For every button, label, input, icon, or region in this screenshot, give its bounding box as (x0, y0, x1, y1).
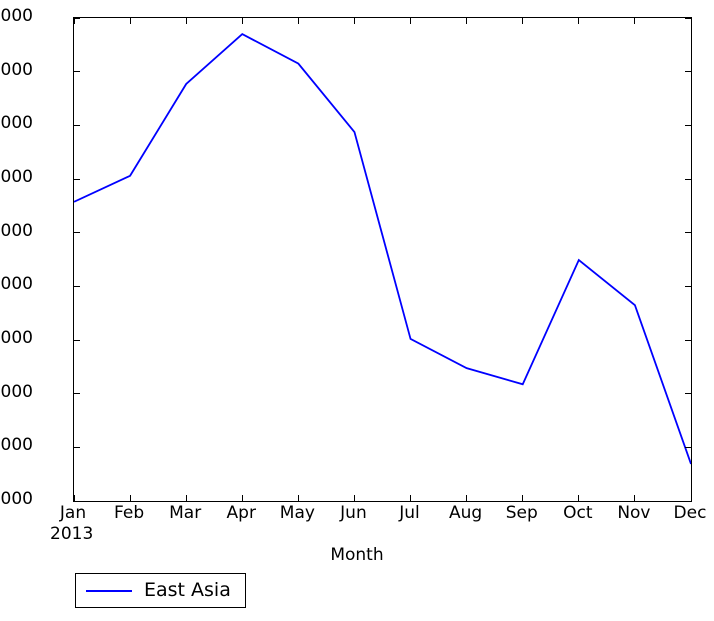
x-tick-label: May (279, 503, 315, 523)
x-tick-mark (690, 495, 692, 501)
x-tick-label: Aug (449, 503, 483, 523)
y-tick-label: 32000 (0, 489, 33, 509)
x-tick-label: Jul (399, 503, 420, 523)
x-tick-mark (185, 18, 187, 24)
y-tick-mark (74, 71, 80, 73)
x-tick-mark (578, 18, 580, 24)
x-tick-mark (353, 495, 355, 501)
x-tick-mark (578, 495, 580, 501)
x-tick-label: Jun (340, 503, 367, 523)
x-tick-mark (129, 18, 131, 24)
x-tick-mark (73, 495, 75, 501)
x-tick-label: Oct (563, 503, 593, 523)
x-tick-label: Nov (617, 503, 651, 523)
x-tick-mark (410, 495, 412, 501)
y-tick-mark (74, 500, 80, 502)
legend-line-swatch-east-asia (86, 589, 132, 592)
y-tick-mark (685, 71, 691, 73)
x-tick-mark (466, 18, 468, 24)
y-tick-label: 36000 (0, 381, 33, 402)
legend-label-east-asia: East Asia (144, 579, 231, 601)
y-tick-mark (685, 124, 691, 126)
y-tick-mark (685, 178, 691, 180)
x-tick-label: Dec (673, 503, 707, 523)
y-tick-label: 42000 (0, 220, 33, 241)
line-series-svg (74, 33, 691, 465)
y-tick-mark (74, 232, 80, 234)
y-tick-mark (74, 178, 80, 180)
x-tick-mark (634, 18, 636, 24)
y-tick-mark (74, 285, 80, 287)
y-tick-label: 40000 (0, 274, 33, 295)
x-tick-label: Apr (226, 503, 256, 523)
y-tick-mark (74, 446, 80, 448)
x-tick-mark (466, 495, 468, 501)
plot-area (73, 17, 692, 502)
x-tick-mark (522, 495, 524, 501)
x-axis-offset-label: 2013 (50, 524, 94, 544)
y-tick-label: 38000 (0, 328, 33, 348)
y-tick-mark (685, 232, 691, 234)
x-tick-mark (522, 18, 524, 24)
y-tick-label: 50000 (0, 6, 33, 26)
y-tick-mark (74, 124, 80, 126)
y-tick-mark (685, 393, 691, 395)
x-tick-mark (129, 495, 131, 501)
x-tick-mark (185, 495, 187, 501)
y-tick-mark (74, 339, 80, 341)
x-tick-mark (690, 18, 692, 24)
x-tick-mark (73, 18, 75, 24)
y-tick-label: 46000 (0, 113, 33, 134)
x-tick-label: Jan (59, 503, 87, 523)
x-tick-mark (353, 18, 355, 24)
x-tick-mark (297, 495, 299, 501)
x-tick-label: Mar (169, 503, 202, 523)
chart-legend[interactable]: East Asia (75, 573, 246, 608)
x-tick-mark (241, 18, 243, 24)
x-tick-label: Sep (505, 503, 538, 523)
x-tick-mark (241, 495, 243, 501)
x-tick-mark (634, 495, 636, 501)
y-tick-label: 44000 (0, 167, 33, 187)
x-tick-label: Feb (114, 503, 145, 523)
y-tick-mark (685, 285, 691, 287)
y-tick-label: 34000 (0, 435, 33, 456)
y-tick-mark (685, 446, 691, 448)
y-tick-mark (74, 393, 80, 395)
x-tick-mark (410, 18, 412, 24)
x-axis-title: Month (330, 545, 384, 565)
y-tick-label: 48000 (0, 59, 33, 80)
y-tick-mark (74, 17, 80, 19)
series-line-east-asia (74, 33, 691, 465)
x-tick-mark (297, 18, 299, 24)
y-tick-mark (685, 339, 691, 341)
chart-figure: 32000 34000 36000 38000 40000 42000 44000 46000… (0, 0, 714, 621)
